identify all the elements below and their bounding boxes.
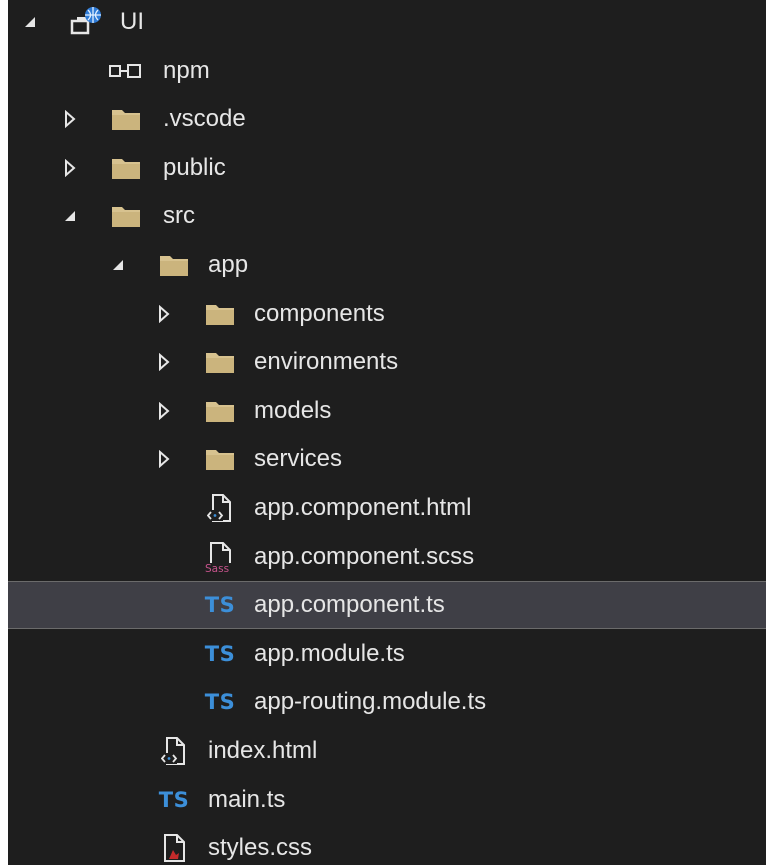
typescript-badge: TS xyxy=(204,641,236,666)
css-file-icon xyxy=(156,831,192,865)
tree-item[interactable]: TS app.component.ts xyxy=(8,581,766,630)
typescript-badge: TS xyxy=(204,690,236,715)
tree-item-label: UI xyxy=(120,8,144,35)
solution-explorer-tree: UI npm .vscode public src app components enviro… xyxy=(8,0,766,865)
typescript-file-icon: TS xyxy=(202,685,238,719)
tree-item[interactable]: components xyxy=(8,290,766,338)
tree-item[interactable]: npm xyxy=(8,47,766,95)
tree-item[interactable]: styles.css xyxy=(8,824,766,865)
collapsed-arrow-icon[interactable] xyxy=(156,401,172,421)
typescript-file-icon: TS xyxy=(156,783,192,817)
tree-item[interactable]: TS app-routing.module.ts xyxy=(8,678,766,726)
tree-item-label: services xyxy=(254,445,343,473)
tree-item[interactable]: models xyxy=(8,387,766,435)
tree-item-label: environments xyxy=(254,348,399,376)
typescript-file-icon: TS xyxy=(202,588,238,622)
tree-item-label: npm xyxy=(163,56,210,84)
npm-package-icon xyxy=(108,54,144,88)
tree-item[interactable]: UI xyxy=(8,0,766,46)
tree-item[interactable]: .vscode xyxy=(8,95,766,143)
tree-item-label: app.module.ts xyxy=(254,639,405,667)
project-globe-icon xyxy=(68,5,104,39)
folder-icon xyxy=(202,297,238,331)
folder-icon xyxy=(156,248,192,282)
tree-item[interactable]: index.html xyxy=(8,727,766,775)
html-file-icon xyxy=(156,734,192,768)
tree-item-label: app.component.ts xyxy=(254,591,445,619)
tree-item-label: .vscode xyxy=(163,105,246,133)
tree-item-label: components xyxy=(254,299,385,327)
tree-item-label: index.html xyxy=(208,737,318,764)
typescript-badge: TS xyxy=(204,593,236,618)
expanded-arrow-icon[interactable] xyxy=(110,255,126,275)
folder-icon xyxy=(202,345,238,379)
typescript-file-icon: TS xyxy=(202,637,238,671)
tree-item-label: public xyxy=(163,153,226,181)
folder-icon xyxy=(108,102,144,136)
tree-item[interactable]: src xyxy=(8,192,766,240)
tree-item-label: app.component.html xyxy=(254,494,472,521)
collapsed-arrow-icon[interactable] xyxy=(156,449,172,469)
collapsed-arrow-icon[interactable] xyxy=(62,158,78,178)
tree-item-label: src xyxy=(163,202,195,230)
collapsed-arrow-icon[interactable] xyxy=(156,304,172,324)
tree-item-label: app.component.scss xyxy=(254,542,475,570)
html-file-icon xyxy=(202,491,238,525)
expanded-arrow-icon[interactable] xyxy=(22,12,38,32)
svg-text:Sass: Sass xyxy=(205,563,229,573)
tree-item-label: styles.css xyxy=(208,834,313,862)
tree-item-label: app-routing.module.ts xyxy=(254,688,487,716)
folder-icon xyxy=(202,442,238,476)
tree-item[interactable]: TS app.module.ts xyxy=(8,630,766,678)
tree-item[interactable]: services xyxy=(8,435,766,483)
tree-item[interactable]: TS main.ts xyxy=(8,776,766,824)
folder-icon xyxy=(108,199,144,233)
folder-icon xyxy=(108,151,144,185)
folder-icon xyxy=(202,394,238,428)
sass-file-icon: Sass xyxy=(202,540,238,574)
tree-item-label: models xyxy=(254,396,332,424)
tree-item[interactable]: public xyxy=(8,144,766,192)
tree-item[interactable]: Sass app.component.scss xyxy=(8,533,766,581)
tree-item-label: main.ts xyxy=(208,785,286,813)
tree-item[interactable]: environments xyxy=(8,338,766,386)
collapsed-arrow-icon[interactable] xyxy=(62,109,78,129)
collapsed-arrow-icon[interactable] xyxy=(156,352,172,372)
tree-item[interactable]: app.component.html xyxy=(8,484,766,532)
typescript-badge: TS xyxy=(158,787,190,812)
tree-item-label: app xyxy=(208,251,249,278)
tree-item[interactable]: app xyxy=(8,241,766,289)
expanded-arrow-icon[interactable] xyxy=(62,206,78,226)
